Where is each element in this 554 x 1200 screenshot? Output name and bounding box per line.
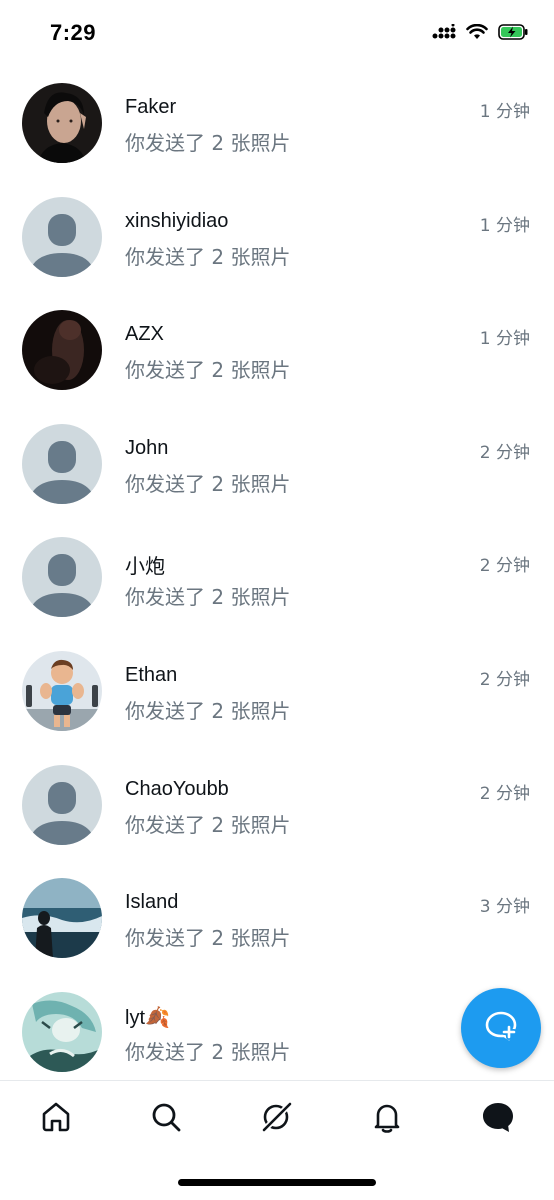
message-preview: 你发送了 2 张照片 [125,245,291,269]
conversation-item[interactable]: Faker 你发送了 2 张照片 1 分钟 [0,50,554,163]
message-preview: 你发送了 2 张照片 [125,131,291,155]
conversation-list[interactable]: Faker 你发送了 2 张照片 1 分钟 xinshiyidiao 你发送了 … [0,50,554,1080]
conversation-item[interactable]: John 你发送了 2 张照片 2 分钟 [0,391,554,504]
contact-name: Ethan [125,664,178,686]
contact-name: John [125,437,169,459]
new-message-icon [482,1007,520,1050]
message-time: 2 分钟 [479,556,530,576]
tab-messages[interactable] [478,1099,518,1139]
message-preview: 你发送了 2 张照片 [125,813,291,837]
conversation-item[interactable]: ChaoYoubb 你发送了 2 张照片 2 分钟 [0,732,554,845]
contact-name: Island [125,891,179,913]
tab-notifications[interactable] [367,1099,407,1139]
message-time: 1 分钟 [479,102,530,122]
battery-charging-icon [498,24,528,45]
status-time: 7:29 [50,20,97,45]
home-indicator [178,1179,376,1186]
avatar[interactable] [22,310,102,390]
tab-grok[interactable] [257,1099,297,1139]
conversation-item[interactable]: Island 你发送了 2 张照片 3 分钟 [0,845,554,958]
contact-name: ChaoYoubb [125,778,229,800]
grok-icon [259,1099,295,1140]
message-preview: 你发送了 2 张照片 [125,358,291,382]
status-icons [432,23,528,45]
avatar[interactable] [22,537,102,617]
message-time: 3 分钟 [479,897,530,917]
conversation-item[interactable]: AZX 你发送了 2 张照片 1 分钟 [0,277,554,390]
new-message-button[interactable] [461,988,541,1068]
conversation-item[interactable]: xinshiyidiao 你发送了 2 张照片 1 分钟 [0,164,554,277]
message-time: 1 分钟 [479,329,530,349]
message-time: 2 分钟 [479,443,530,463]
home-icon [39,1100,73,1139]
avatar[interactable] [22,424,102,504]
contact-name: 小炮 [125,556,165,578]
avatar[interactable] [22,765,102,845]
tab-home[interactable] [36,1099,76,1139]
cellular-signal-icon [432,23,456,45]
avatar[interactable] [22,83,102,163]
notifications-icon [370,1100,404,1139]
tab-search[interactable] [146,1099,186,1139]
message-preview: 你发送了 2 张照片 [125,699,291,723]
search-icon [149,1100,183,1139]
message-preview: 你发送了 2 张照片 [125,1040,291,1064]
contact-name: Faker [125,96,177,118]
avatar[interactable] [22,992,102,1072]
message-time: 1 分钟 [479,216,530,236]
message-time: 2 分钟 [479,784,530,804]
avatar[interactable] [22,651,102,731]
wifi-icon [466,23,488,45]
avatar[interactable] [22,197,102,277]
contact-name: lyt🍂 [125,1007,170,1029]
message-preview: 你发送了 2 张照片 [125,585,291,609]
message-preview: 你发送了 2 张照片 [125,472,291,496]
message-preview: 你发送了 2 张照片 [125,926,291,950]
contact-name: xinshiyidiao [125,210,229,232]
messages-icon [480,1099,516,1140]
contact-name: AZX [125,323,164,345]
avatar[interactable] [22,878,102,958]
message-time: 2 分钟 [479,670,530,690]
conversation-item[interactable]: Ethan 你发送了 2 张照片 2 分钟 [0,618,554,731]
conversation-item[interactable]: 小炮 你发送了 2 张照片 2 分钟 [0,504,554,617]
